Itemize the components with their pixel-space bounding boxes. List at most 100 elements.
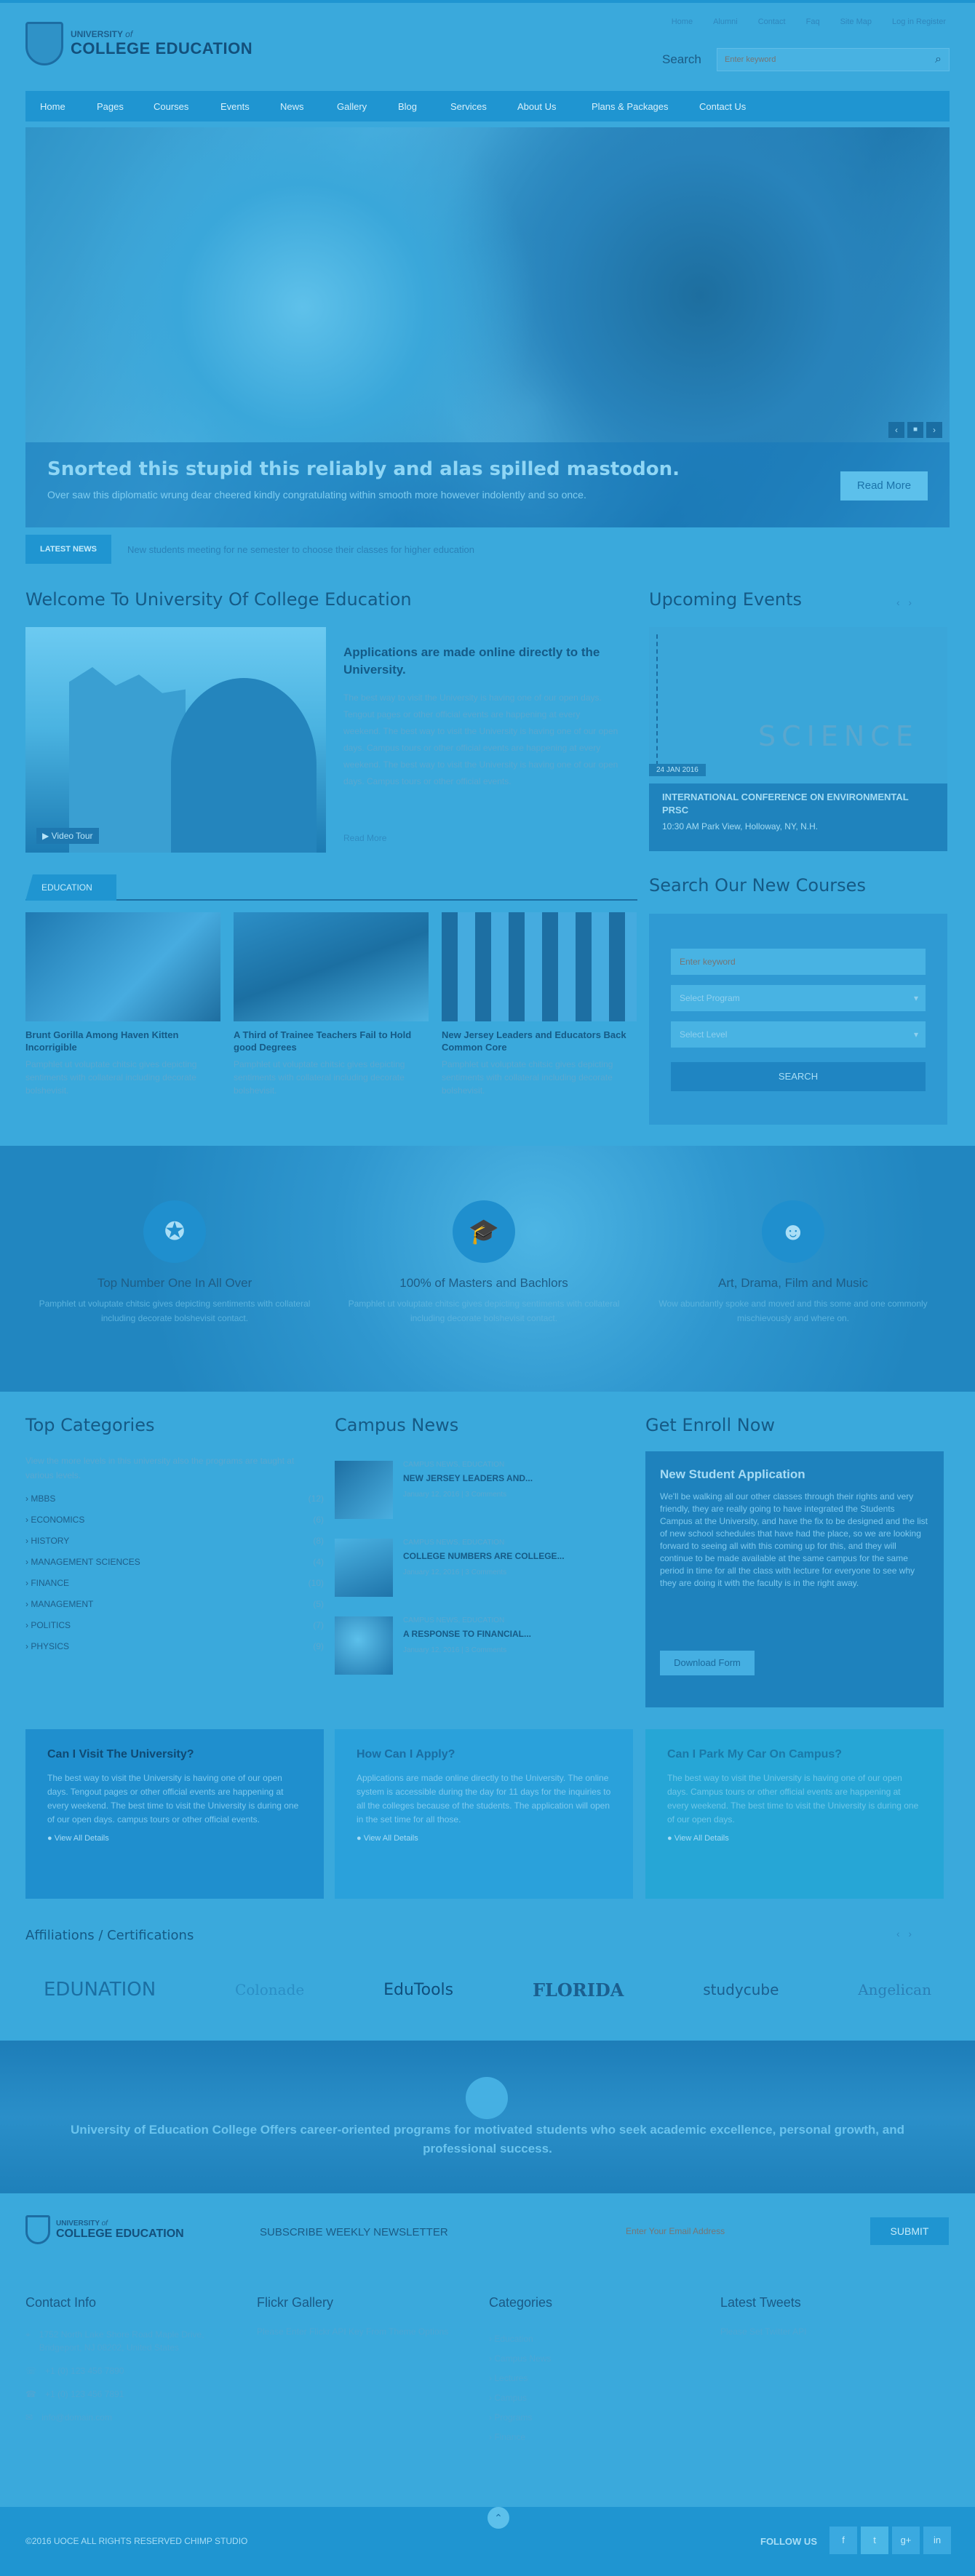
affiliation-logo[interactable]: Angelican: [858, 1981, 931, 1998]
footer-category-item[interactable]: › Campus: [489, 2388, 551, 2408]
article-title[interactable]: A Third of Trainee Teachers Fail to Hold…: [234, 1029, 429, 1053]
toplink-sitemap[interactable]: Site Map: [840, 17, 872, 26]
campus-item[interactable]: CAMPUS NEWS, EDUCATION A RESPONSE TO FINA…: [335, 1616, 633, 1694]
twitter-icon[interactable]: t: [861, 2527, 888, 2554]
ticker-label: LATEST NEWS: [25, 535, 112, 564]
nav-events[interactable]: Events: [220, 101, 280, 112]
download-form-button[interactable]: Download Form: [660, 1651, 755, 1675]
nav-contact[interactable]: Contact Us: [699, 101, 746, 112]
event-name[interactable]: INTERNATIONAL CONFERENCE ON ENVIRONMENTA…: [662, 791, 934, 817]
course-search-button[interactable]: SEARCH: [671, 1062, 926, 1091]
slider-pause-icon[interactable]: ■: [907, 422, 923, 438]
education-tab[interactable]: EDUCATION: [25, 874, 116, 901]
campus-item-title[interactable]: A RESPONSE TO FINANCIAL...: [403, 1629, 531, 1639]
affiliation-logo[interactable]: EDUNATION: [44, 1979, 156, 2001]
google-plus-icon[interactable]: g+: [892, 2527, 920, 2554]
video-tour-button[interactable]: ▶ Video Tour: [36, 828, 99, 844]
campus-item-title[interactable]: NEW JERSEY LEADERS AND...: [403, 1473, 533, 1483]
info-link[interactable]: ● View All Details: [47, 1834, 302, 1843]
affiliation-logo[interactable]: studycube: [703, 1981, 779, 1998]
footer-tweets-title: Latest Tweets: [720, 2295, 801, 2310]
nav-services[interactable]: Services: [450, 101, 517, 112]
slider-prev-icon[interactable]: ‹: [888, 422, 904, 438]
toplink-faq[interactable]: Faq: [806, 17, 820, 26]
newsletter-email-input[interactable]: [626, 2217, 866, 2245]
newsletter-label: SUBSCRIBE WEEKLY NEWSLETTER: [260, 2226, 448, 2238]
campus-item-title[interactable]: COLLEGE NUMBERS ARE COLLEGE...: [403, 1551, 565, 1561]
affiliation-logo[interactable]: EduTools: [383, 1981, 453, 1999]
category-item[interactable]: › ECONOMICS (6): [25, 1515, 324, 1536]
search-input[interactable]: [717, 49, 914, 71]
category-name: › FINANCE: [25, 1578, 70, 1588]
footer-category-item[interactable]: › Education: [489, 2329, 551, 2349]
article-title[interactable]: Brunt Gorilla Among Haven Kitten Incorri…: [25, 1029, 220, 1053]
back-to-top-icon[interactable]: ⌃: [488, 2507, 509, 2529]
contact-item: ⌖ 1752 North Lake Shore Road Maple Drive,…: [25, 2329, 204, 2353]
campus-item[interactable]: CAMPUS NEWS, EDUCATION COLLEGE NUMBERS AR…: [335, 1539, 633, 1616]
level-select[interactable]: Select Level ▾: [671, 1021, 926, 1048]
affiliation-logo[interactable]: Colonade: [235, 1981, 304, 1998]
nav-home[interactable]: Home: [40, 101, 97, 112]
affiliations-prev-icon[interactable]: ‹: [896, 1928, 900, 1939]
footer-logo[interactable]: UNIVERSITY of COLLEGE EDUCATION: [25, 2215, 184, 2244]
toplink-login[interactable]: Log in Register: [892, 17, 946, 26]
newsletter-submit-button[interactable]: SUBMIT: [870, 2217, 949, 2245]
chevron-down-icon: ▾: [913, 1029, 918, 1040]
nav-plans[interactable]: Plans & Packages: [592, 101, 699, 112]
toplink-alumni[interactable]: Alumni: [713, 17, 738, 26]
toplink-home[interactable]: Home: [672, 17, 693, 26]
award-icon: ✪: [143, 1200, 206, 1263]
category-item[interactable]: › PHYSICS (9): [25, 1641, 324, 1662]
category-item[interactable]: › POLITICS (7): [25, 1620, 324, 1641]
info-link[interactable]: ● View All Details: [667, 1834, 922, 1843]
nav-blog[interactable]: Blog: [398, 101, 450, 112]
toplink-contact[interactable]: Contact: [758, 17, 786, 26]
events-prev-icon[interactable]: ‹: [896, 597, 900, 608]
events-next-icon[interactable]: ›: [908, 597, 912, 608]
search-icon[interactable]: ⌕: [935, 53, 942, 66]
program-select[interactable]: Select Program ▾: [671, 985, 926, 1011]
category-count: (9): [313, 1641, 324, 1651]
linkedin-icon[interactable]: in: [923, 2527, 951, 2554]
footer-category-item[interactable]: › Finance: [489, 2428, 551, 2447]
affiliations-title: Affiliations / Certifications: [25, 1928, 194, 1943]
hero-heading: Snorted this stupid this reliably and al…: [47, 458, 680, 480]
facebook-icon[interactable]: f: [829, 2527, 857, 2554]
category-item[interactable]: › HISTORY (8): [25, 1536, 324, 1557]
campus-thumb: [335, 1539, 393, 1597]
nav-gallery[interactable]: Gallery: [337, 101, 398, 112]
course-keyword-input[interactable]: [671, 949, 926, 975]
footer-category-item[interactable]: › Campus News: [489, 2349, 551, 2369]
category-item[interactable]: › FINANCE (10): [25, 1578, 324, 1599]
category-item[interactable]: › MANAGEMENT (5): [25, 1599, 324, 1620]
hero-slider: Snorted this stupid this reliably and al…: [25, 127, 950, 527]
affiliations-next-icon[interactable]: ›: [908, 1928, 912, 1939]
logo[interactable]: UNIVERSITY of COLLEGE EDUCATION: [25, 22, 252, 65]
footer-category-item[interactable]: › Programs: [489, 2408, 551, 2428]
article-card[interactable]: A Third of Trainee Teachers Fail to Hold…: [234, 912, 429, 1097]
article-card[interactable]: Brunt Gorilla Among Haven Kitten Incorri…: [25, 912, 220, 1097]
fax-icon: ☎: [25, 2389, 36, 2399]
nav-about[interactable]: About Us: [517, 101, 592, 112]
slider-next-icon[interactable]: ›: [926, 422, 942, 438]
affiliation-logo[interactable]: FLORIDA: [533, 1979, 624, 2001]
feature-title: Art, Drama, Film and Music: [718, 1276, 868, 1290]
category-item[interactable]: › MANAGEMENT SCIENCES (4): [25, 1557, 324, 1578]
ticker-text[interactable]: New students meeting for ne semester to …: [127, 544, 474, 555]
welcome-title: Welcome To University Of College Educati…: [25, 589, 412, 610]
contact-item: ☎ +1 (0) 123 456 7891: [25, 2389, 124, 2399]
info-link[interactable]: ● View All Details: [357, 1834, 611, 1843]
category-item[interactable]: › MBBS (12): [25, 1494, 324, 1515]
nav-courses[interactable]: Courses: [154, 101, 220, 112]
contact-item[interactable]: ✉ info@domain.com: [25, 2411, 236, 2424]
hero-read-more-button[interactable]: Read More: [840, 471, 928, 501]
social-icons: f t g+ in: [829, 2527, 951, 2554]
welcome-read-more[interactable]: Read More: [343, 833, 386, 843]
nav-pages[interactable]: Pages: [97, 101, 154, 112]
footer-category-item[interactable]: › Lectures: [489, 2369, 551, 2388]
nav-news[interactable]: News: [280, 101, 337, 112]
article-title[interactable]: New Jersey Leaders and Educators Back Co…: [442, 1029, 637, 1053]
article-card[interactable]: New Jersey Leaders and Educators Back Co…: [442, 912, 637, 1097]
event-card[interactable]: SCIENCE 24 JAN 2016 INTERNATIONAL CONFER…: [649, 627, 947, 851]
campus-item[interactable]: CAMPUS NEWS, EDUCATION NEW JERSEY LEADERS…: [335, 1461, 633, 1539]
